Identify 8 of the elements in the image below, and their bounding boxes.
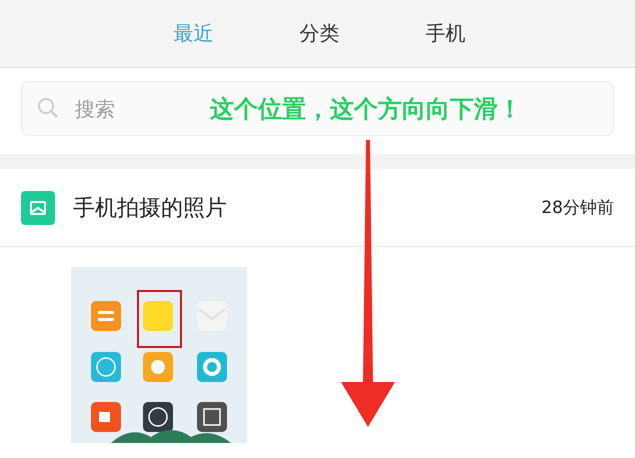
screenshot-thumbnail-drawing[interactable] bbox=[71, 267, 247, 443]
image-icon bbox=[21, 190, 55, 224]
tab[interactable]: 分类 bbox=[280, 16, 360, 51]
timestamp: 28分钟前 bbox=[541, 197, 614, 219]
annotation-text: 这个位置，这个方向向下滑！ bbox=[210, 94, 522, 125]
group-title: 手机拍摄的照片 bbox=[73, 194, 228, 222]
search-icon bbox=[37, 97, 59, 119]
tab[interactable]: 手机 bbox=[406, 16, 486, 51]
